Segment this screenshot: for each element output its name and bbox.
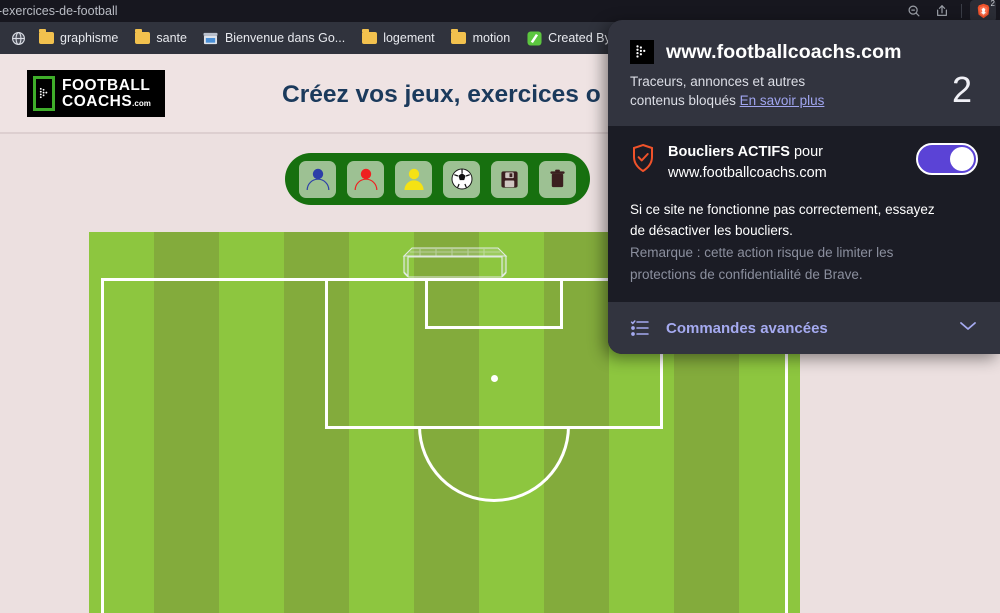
add-red-player-button[interactable]	[347, 160, 384, 198]
note-line-3: Remarque : cette action risque de limite…	[630, 244, 894, 260]
pitch-editor-toolbar	[285, 153, 590, 205]
bookmark-item-motion[interactable]: motion	[443, 27, 519, 49]
note-line-4: protections de confidentialité de Brave.	[630, 267, 863, 283]
site-favicon-icon	[630, 40, 654, 64]
logo-domain: .com	[132, 98, 151, 108]
folder-icon	[451, 29, 467, 46]
shields-toggle-knob	[950, 147, 974, 172]
bookmark-label: Bienvenue dans Go...	[224, 31, 346, 45]
green-app-icon	[526, 30, 542, 46]
share-icon[interactable]	[931, 1, 953, 21]
bookmark-label: graphisme	[60, 31, 119, 45]
shields-site-row: www.footballcoachs.com	[630, 40, 978, 64]
shields-blocked-row: Traceurs, annonces et autres contenus bl…	[630, 72, 978, 110]
chevron-down-icon[interactable]	[958, 319, 978, 337]
page-title: Créez vos jeux, exercices o	[282, 81, 601, 108]
bookmark-item-globe[interactable]	[6, 27, 30, 49]
shields-blocked-description: Traceurs, annonces et autres contenus bl…	[630, 72, 824, 110]
blocked-line-2: contenus bloqués	[630, 93, 736, 109]
logo-wordmark: FOOTBALL COACHS.com	[62, 78, 151, 109]
advanced-controls-label: Commandes avancées	[666, 319, 828, 337]
zoom-out-icon[interactable]	[903, 1, 925, 21]
shields-panel-header: www.footballcoachs.com Traceurs, annonce…	[608, 20, 1000, 127]
browser-title-bar: -exercices-de-football 2	[0, 0, 1000, 22]
google-store-icon	[203, 30, 219, 46]
shields-status-text: Boucliers ACTIFS pour www.footballcoachs…	[668, 142, 904, 184]
shields-panel-body: Boucliers ACTIFS pour www.footballcoachs…	[608, 126, 1000, 300]
bookmark-item-created-by[interactable]: Created By	[518, 27, 619, 49]
shields-count-badge: 2	[990, 0, 995, 8]
bookmark-item-logement[interactable]: logement	[353, 27, 442, 49]
logo-mark-icon	[33, 76, 55, 111]
list-settings-icon	[630, 319, 652, 337]
bookmark-label: motion	[472, 31, 511, 45]
note-line-1: Si ce site ne fonctionne pas correctemen…	[630, 202, 935, 218]
shields-status-rest: pour	[789, 144, 823, 161]
learn-more-link[interactable]: En savoir plus	[740, 93, 825, 108]
bookmark-label: sante	[156, 31, 187, 45]
logo-line-1: FOOTBALL	[62, 77, 151, 94]
pitch-line-left	[101, 278, 104, 613]
tab-title[interactable]: -exercices-de-football	[0, 0, 118, 22]
shields-site-url: www.footballcoachs.com	[666, 40, 902, 63]
brave-shields-button[interactable]: 2	[970, 0, 996, 22]
bookmark-item-bienvenue-google[interactable]: Bienvenue dans Go...	[195, 27, 353, 49]
pitch-penalty-arc	[418, 426, 570, 502]
bookmark-label: logement	[383, 31, 435, 45]
blocked-line-1: Traceurs, annonces et autres	[630, 74, 806, 89]
folder-icon	[134, 29, 150, 46]
shield-icon	[630, 142, 656, 178]
shields-toggle[interactable]	[916, 143, 978, 176]
note-line-2: de désactiver les boucliers.	[630, 222, 793, 238]
add-yellow-player-button[interactable]	[395, 160, 432, 198]
bookmark-item-sante[interactable]: sante	[126, 27, 195, 49]
shields-note: Si ce site ne fonctionne pas correctemen…	[630, 200, 978, 285]
site-logo[interactable]: FOOTBALL COACHS.com	[27, 70, 165, 117]
add-blue-player-button[interactable]	[299, 160, 336, 198]
titlebar-actions: 2	[903, 0, 1000, 22]
brave-shields-panel: www.footballcoachs.com Traceurs, annonce…	[608, 20, 1000, 354]
save-button[interactable]	[491, 160, 528, 198]
delete-button[interactable]	[539, 160, 576, 198]
bookmark-label: Created By	[548, 31, 611, 45]
folder-icon	[361, 29, 377, 46]
folder-icon	[38, 29, 54, 46]
shields-status-strong: Boucliers ACTIFS	[668, 144, 790, 161]
titlebar-divider	[961, 4, 962, 18]
pitch-goal-net	[394, 246, 516, 287]
add-ball-button[interactable]	[443, 160, 480, 198]
blocked-count: 2	[951, 69, 972, 110]
bookmark-item-graphisme[interactable]: graphisme	[30, 27, 126, 49]
advanced-controls-row[interactable]: Commandes avancées	[608, 302, 1000, 354]
logo-line-2: COACHS	[62, 92, 133, 110]
brave-lion-icon	[977, 3, 989, 19]
shields-status-site: www.footballcoachs.com	[668, 165, 827, 182]
shields-status-row: Boucliers ACTIFS pour www.footballcoachs…	[630, 142, 978, 184]
pitch-penalty-spot	[491, 375, 498, 382]
globe-icon	[10, 30, 26, 46]
